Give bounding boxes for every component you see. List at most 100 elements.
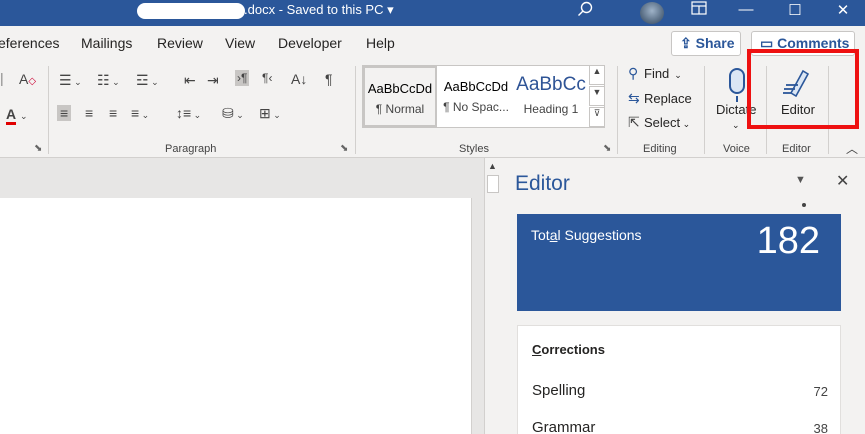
collapse-ribbon-icon[interactable]: ︿ xyxy=(846,140,858,157)
style-sample: AaBbCcDd xyxy=(443,79,509,94)
search-icon[interactable] xyxy=(574,1,596,21)
tab-help[interactable]: Help xyxy=(366,35,395,51)
document-title[interactable]: .docx - Saved to this PC ▾ xyxy=(244,2,394,18)
save-status: Saved to this PC xyxy=(286,2,384,17)
microphone-icon xyxy=(729,68,745,94)
font-dialog-launcher-icon[interactable]: ⬊ xyxy=(34,143,42,154)
share-icon: ⇪ xyxy=(680,35,692,51)
maximize-button[interactable]: ☐ xyxy=(784,1,806,19)
line-spacing-icon[interactable]: ↕≡ ⌄ xyxy=(176,105,201,121)
replace-label: Replace xyxy=(644,91,692,106)
pane-options-icon[interactable]: ▼ xyxy=(795,174,806,186)
grammar-label: Grammar xyxy=(532,419,596,434)
numbering-icon[interactable]: ☷ ⌄ xyxy=(97,72,120,89)
align-right-icon[interactable]: ≡ xyxy=(109,105,117,121)
grammar-row[interactable]: Grammar 38 xyxy=(532,419,828,434)
user-avatar[interactable] xyxy=(640,2,664,24)
group-separator xyxy=(704,66,705,154)
spelling-count: 72 xyxy=(813,384,828,399)
styles-dialog-launcher-icon[interactable]: ⬊ xyxy=(603,143,611,154)
styles-gallery: AaBbCcDd ¶ Normal AaBbCcDd ¶ No Spac... … xyxy=(362,65,605,128)
tab-view[interactable]: View xyxy=(225,35,255,51)
tab-references[interactable]: eferences xyxy=(0,35,59,51)
align-left-icon[interactable]: ≡ xyxy=(57,105,72,121)
spelling-row[interactable]: Spelling 72 xyxy=(532,382,828,399)
select-label: Select xyxy=(644,115,681,130)
shading-icon[interactable]: ⛁ ⌄ xyxy=(222,105,244,122)
scroll-thumb[interactable] xyxy=(487,175,499,193)
rtl-text-direction-icon[interactable]: ¶‹ xyxy=(262,71,272,85)
paragraph-group-label: Paragraph xyxy=(165,143,217,155)
highlight-box xyxy=(747,49,859,129)
find-button[interactable]: ⚲ Find ⌄ xyxy=(628,65,682,82)
chevron-down-icon: ▾ xyxy=(387,2,394,17)
total-suggestions-label: Total Suggestions xyxy=(531,227,642,243)
select-button[interactable]: ⇱ Select ⌄ xyxy=(628,114,690,131)
styles-scroll-down-button[interactable]: ▼ xyxy=(589,86,605,106)
minimize-button[interactable]: — xyxy=(735,1,757,18)
styles-scroll-up-button[interactable]: ▲ xyxy=(589,65,605,85)
document-extension: .docx xyxy=(244,2,276,17)
style-name: ¶ Normal xyxy=(375,102,425,116)
share-button[interactable]: ⇪ Share xyxy=(671,31,741,56)
redacted-filename xyxy=(137,3,245,19)
show-formatting-marks-icon[interactable]: ¶ xyxy=(325,71,333,87)
style-normal[interactable]: AaBbCcDd ¶ Normal xyxy=(363,66,437,127)
pane-indicator-dot xyxy=(802,203,806,207)
paragraph-dialog-launcher-icon[interactable]: ⬊ xyxy=(340,143,348,154)
multilevel-list-icon[interactable]: ☲ ⌄ xyxy=(136,72,159,89)
bullets-icon[interactable]: ☰ ⌄ xyxy=(59,72,82,89)
ribbon-display-options-icon[interactable] xyxy=(688,1,710,19)
spelling-label: Spelling xyxy=(532,382,586,399)
total-suggestions-card[interactable]: Total Suggestions 182 xyxy=(517,214,841,311)
ltr-text-direction-icon[interactable]: ›¶ xyxy=(235,70,250,86)
font-divider: | xyxy=(0,70,4,86)
corrections-heading: Corrections xyxy=(532,342,605,357)
style-name: ¶ No Spac... xyxy=(443,100,509,114)
justify-icon[interactable]: ≡ ⌄ xyxy=(131,105,149,121)
title-bar: .docx - Saved to this PC ▾ — ☐ ✕ xyxy=(0,0,865,26)
sort-icon[interactable]: A↓ xyxy=(291,71,307,87)
decrease-indent-icon[interactable]: ⇤ xyxy=(184,72,196,89)
center-icon[interactable]: ≡ xyxy=(85,105,93,121)
cursor-icon: ⇱ xyxy=(628,114,640,130)
corrections-heading-part: C xyxy=(532,342,542,357)
replace-icon: ⇆ xyxy=(628,90,640,106)
total-label-part: Tot xyxy=(531,227,550,243)
styles-group-label: Styles xyxy=(459,143,489,155)
tab-mailings[interactable]: Mailings xyxy=(81,35,132,51)
search-icon: ⚲ xyxy=(628,65,639,81)
editor-pane-title: Editor xyxy=(515,172,570,195)
styles-more-button[interactable]: ⊽ xyxy=(589,107,605,127)
style-sample: AaBbCc xyxy=(516,74,586,95)
total-label-part: l Suggestions xyxy=(557,227,642,243)
grammar-count: 38 xyxy=(813,421,828,434)
replace-button[interactable]: ⇆ Replace xyxy=(628,90,692,107)
ribbon: | A◇ A ⌄ ⬊ ☰ ⌄ ☷ ⌄ ☲ ⌄ ⇤ ⇥ ›¶ ¶‹ A↓ ¶ ≡ … xyxy=(0,62,865,158)
editing-group-label: Editing xyxy=(643,143,677,155)
group-separator xyxy=(617,66,618,154)
style-sample: AaBbCcDd xyxy=(367,81,433,96)
group-separator xyxy=(355,66,356,154)
tab-review[interactable]: Review xyxy=(157,35,203,51)
close-button[interactable]: ✕ xyxy=(832,1,854,19)
tab-developer[interactable]: Developer xyxy=(278,35,342,51)
style-heading-1[interactable]: AaBbCc Heading 1 xyxy=(515,66,587,127)
increase-indent-icon[interactable]: ⇥ xyxy=(207,72,219,89)
scroll-up-icon[interactable]: ▲ xyxy=(488,161,497,171)
font-color-icon[interactable]: A ⌄ xyxy=(6,106,28,125)
vertical-scrollbar[interactable]: ▲ xyxy=(484,158,501,434)
borders-icon[interactable]: ⊞ ⌄ xyxy=(259,105,281,122)
chevron-down-icon: ⌄ xyxy=(732,120,740,130)
editor-group-label: Editor xyxy=(782,143,811,155)
group-separator xyxy=(48,66,49,154)
voice-group-label: Voice xyxy=(723,143,750,155)
close-icon[interactable]: ✕ xyxy=(836,171,849,191)
style-no-spacing[interactable]: AaBbCcDd ¶ No Spac... xyxy=(438,66,514,127)
document-page[interactable] xyxy=(0,198,472,434)
find-label: Find xyxy=(644,66,670,81)
corrections-heading-part: orrections xyxy=(541,342,605,357)
clear-formatting-icon[interactable]: A◇ xyxy=(19,71,36,87)
editor-pane: Editor ▼ ✕ Total Suggestions 182 Correct… xyxy=(501,158,865,434)
share-label: Share xyxy=(695,35,735,51)
